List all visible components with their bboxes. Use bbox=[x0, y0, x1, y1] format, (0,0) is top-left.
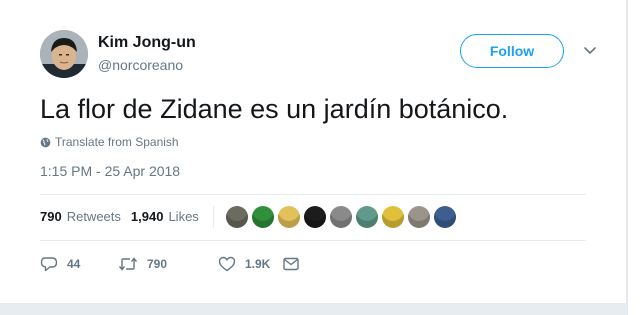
tweet-card: Kim Jong-un @norcoreano Follow La flor d… bbox=[0, 0, 627, 303]
globe-icon bbox=[40, 137, 51, 147]
liker-avatar-5[interactable] bbox=[330, 206, 352, 228]
liker-avatar-6[interactable] bbox=[356, 206, 378, 228]
reply-count: 44 bbox=[67, 257, 81, 271]
likes-stat[interactable]: 1,940 Likes bbox=[131, 209, 199, 224]
retweet-count: 790 bbox=[147, 257, 168, 271]
retweet-icon bbox=[118, 257, 138, 271]
direct-message-button[interactable] bbox=[282, 256, 309, 272]
liker-avatar-3[interactable] bbox=[278, 206, 300, 228]
reply-icon bbox=[40, 257, 58, 272]
tweet-timestamp[interactable]: 1:15 PM - 25 Apr 2018 bbox=[40, 163, 180, 179]
retweets-label: Retweets bbox=[66, 209, 121, 224]
liker-avatar-1[interactable] bbox=[226, 206, 248, 228]
heart-icon bbox=[218, 256, 236, 272]
liker-avatars bbox=[226, 206, 460, 228]
engagement-stats: 790 Retweets 1,940 Likes bbox=[40, 209, 209, 224]
chevron-down-icon[interactable] bbox=[582, 44, 598, 58]
likes-label: Likes bbox=[168, 209, 199, 224]
translate-link[interactable]: Translate from Spanish bbox=[40, 135, 179, 149]
reply-button[interactable]: 44 bbox=[40, 256, 94, 272]
author-avatar[interactable] bbox=[40, 30, 88, 78]
retweets-stat[interactable]: 790 Retweets bbox=[40, 209, 121, 224]
likes-count: 1,940 bbox=[130, 209, 164, 224]
translate-label[interactable]: Translate from Spanish bbox=[55, 135, 179, 149]
liker-avatar-2[interactable] bbox=[252, 206, 274, 228]
liker-avatar-9[interactable] bbox=[434, 206, 456, 228]
retweet-button[interactable]: 790 bbox=[118, 256, 200, 272]
liker-avatar-7[interactable] bbox=[382, 206, 404, 228]
stats-divider bbox=[213, 206, 214, 228]
envelope-icon bbox=[283, 257, 299, 271]
author-name[interactable]: Kim Jong-un bbox=[98, 34, 196, 52]
tweet-text: La flor de Zidane es un jardín botánico. bbox=[40, 94, 509, 124]
divider bbox=[40, 194, 586, 195]
like-button[interactable]: 1.9K bbox=[218, 256, 282, 272]
liker-avatar-8[interactable] bbox=[408, 206, 430, 228]
divider bbox=[40, 240, 586, 241]
retweets-count: 790 bbox=[40, 209, 62, 224]
like-count: 1.9K bbox=[245, 257, 271, 271]
author-handle[interactable]: @norcoreano bbox=[98, 57, 183, 73]
tweet-actions: 44 790 1.9K bbox=[40, 256, 309, 272]
page-gutter bbox=[627, 0, 642, 315]
liker-avatar-4[interactable] bbox=[304, 206, 326, 228]
page-background bbox=[0, 303, 627, 315]
follow-button[interactable]: Follow bbox=[460, 34, 564, 68]
